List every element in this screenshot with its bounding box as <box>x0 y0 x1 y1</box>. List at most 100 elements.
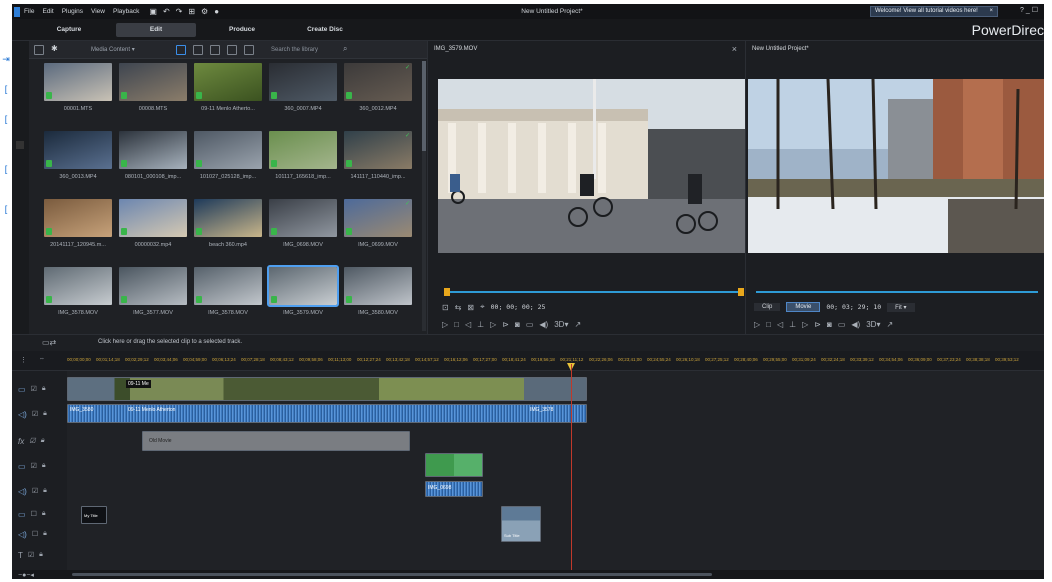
media-thumbnail[interactable] <box>119 131 187 169</box>
subtitle-icon[interactable]: ▭ <box>526 320 534 329</box>
enable-checkbox[interactable]: ☑ <box>31 385 37 393</box>
media-thumbnail[interactable] <box>344 267 412 305</box>
enable-checkbox[interactable]: ☐ <box>32 530 38 538</box>
title-clip[interactable]: My Title <box>81 506 107 524</box>
menu-edit[interactable]: Edit <box>38 8 57 15</box>
lock-icon[interactable]: 🔒︎ <box>42 510 46 518</box>
filter-image-icon[interactable] <box>193 45 203 55</box>
clip-timecode[interactable]: 00; 00; 00; 25 <box>491 303 546 311</box>
settings-icon[interactable]: ⚙ <box>201 7 208 16</box>
next-frame-icon[interactable]: ▷ <box>802 320 808 329</box>
media-thumbnail[interactable] <box>194 63 262 101</box>
media-thumbnail[interactable] <box>119 199 187 237</box>
camera-icon[interactable]: ◙ <box>827 320 832 329</box>
media-thumbnail[interactable] <box>194 199 262 237</box>
prev-frame-icon[interactable]: ◁ <box>465 320 471 329</box>
media-item[interactable]: 09-11 Menlo Atherto... <box>191 60 265 127</box>
mark-out-handle[interactable] <box>738 288 744 296</box>
audio-clip[interactable]: IMG_3580 09-11 Menlo Atherton IMG_3578 <box>67 404 587 423</box>
media-thumbnail[interactable]: ✓ <box>344 131 412 169</box>
play-icon[interactable]: ▷ <box>754 320 760 329</box>
media-item[interactable]: IMG_3580.MOV <box>341 264 415 331</box>
plugin-icon[interactable]: ✱ <box>51 44 61 54</box>
window-controls[interactable]: ? _ ☐ <box>1020 6 1038 14</box>
tab-edit[interactable]: Edit <box>116 23 196 37</box>
timeline-scrollbar[interactable] <box>12 570 1044 579</box>
play-icon[interactable]: ▷ <box>442 320 448 329</box>
close-icon[interactable]: × <box>732 44 737 54</box>
fast-forward-icon[interactable]: ⊳ <box>502 320 509 329</box>
lock-icon[interactable]: 🔒︎ <box>43 410 47 418</box>
camera-icon[interactable]: ◙ <box>515 320 520 329</box>
media-thumbnail[interactable] <box>269 131 337 169</box>
undo-icon[interactable]: ↶ <box>163 7 170 16</box>
media-item[interactable]: ✓ 360_0012.MP4 <box>341 60 415 127</box>
media-thumbnail[interactable] <box>44 267 112 305</box>
volume-icon[interactable]: ◀) <box>851 320 860 329</box>
list-view-icon[interactable] <box>244 45 254 55</box>
stop-icon[interactable]: □ <box>454 320 459 329</box>
track-manager-icon[interactable]: ⋮ <box>20 356 27 364</box>
media-thumbnail[interactable] <box>269 199 337 237</box>
crop-icon[interactable]: ⊠ <box>467 303 474 312</box>
fx-clip[interactable]: Old Movie <box>142 431 410 451</box>
lock-icon[interactable]: 🔒︎ <box>41 437 45 445</box>
menu-file[interactable]: File <box>20 8 38 15</box>
3d-toggle[interactable]: 3D▾ <box>866 320 880 329</box>
lock-icon[interactable]: 🔒︎ <box>43 530 47 538</box>
media-item[interactable]: 20141117_120945.m... <box>41 196 115 263</box>
pip-audio-clip[interactable]: IMG_0698 <box>425 481 483 497</box>
playhead-line[interactable] <box>571 364 572 571</box>
fit-dropdown[interactable]: Fit ▾ <box>887 302 915 312</box>
media-item[interactable]: 101117_165618_imp... <box>266 128 340 195</box>
lock-icon[interactable]: 🔒︎ <box>43 487 47 495</box>
timeline-ruler[interactable]: ⋮ ⇔ 00;00;00;00 00;01;14;18 00;02;29;12 00;… <box>12 351 1044 371</box>
title-clip-2[interactable]: Sub Title <box>501 506 541 542</box>
tutorial-banner[interactable]: Welcome! View all tutorial videos here! × <box>870 6 998 17</box>
media-thumbnail[interactable]: ✓ <box>344 63 412 101</box>
fast-forward-icon[interactable]: ⊳ <box>814 320 821 329</box>
upgrade-icon[interactable]: ● <box>214 7 219 16</box>
storyboard-icon[interactable]: ▭⇄ <box>42 338 56 347</box>
media-item[interactable]: IMG_0698.MOV <box>266 196 340 263</box>
volume-icon[interactable]: ◀) <box>539 320 548 329</box>
media-item[interactable]: IMG_3578.MOV <box>41 264 115 331</box>
undock-icon[interactable]: ↗ <box>886 320 893 329</box>
split-icon[interactable]: ⊥ <box>789 320 796 329</box>
enable-checkbox[interactable]: ☑ <box>28 551 34 559</box>
close-icon[interactable]: × <box>989 7 993 16</box>
import-icon[interactable] <box>34 45 44 55</box>
next-frame-icon[interactable]: ▷ <box>490 320 496 329</box>
enable-checkbox[interactable]: ☑ <box>32 410 38 418</box>
menu-view[interactable]: View <box>87 8 109 15</box>
tab-capture[interactable]: Capture <box>29 23 109 37</box>
media-item[interactable]: IMG_3578.MOV <box>191 264 265 331</box>
media-item[interactable]: 360_0007.MP4 <box>266 60 340 127</box>
enable-checkbox[interactable]: ☑ <box>31 462 37 470</box>
media-item[interactable]: 080101_000108_imp... <box>116 128 190 195</box>
media-item[interactable]: 360_0013.MP4 <box>41 128 115 195</box>
split-icon[interactable]: ⊥ <box>477 320 484 329</box>
media-item[interactable]: IMG_3579.MOV <box>266 264 340 331</box>
media-thumbnail[interactable]: ✓ <box>344 199 412 237</box>
stop-icon[interactable]: □ <box>766 320 771 329</box>
media-item[interactable]: 00000032.mp4 <box>116 196 190 263</box>
pip-video-clip[interactable] <box>425 453 483 477</box>
clip-scrub-bar[interactable] <box>446 291 742 293</box>
media-thumbnail[interactable] <box>119 267 187 305</box>
grid-view-icon[interactable] <box>227 45 237 55</box>
scrollbar-thumb[interactable] <box>422 61 426 151</box>
media-item[interactable]: 00001.MTS <box>41 60 115 127</box>
clip-mode-toggle[interactable]: Clip <box>754 303 781 311</box>
media-view-icon[interactable] <box>176 45 186 55</box>
media-thumbnail[interactable] <box>44 199 112 237</box>
media-thumbnail[interactable] <box>267 265 339 307</box>
search-icon[interactable]: ⌕ <box>343 44 347 54</box>
trim-icon[interactable]: ⇆ <box>455 303 462 312</box>
movie-mode-toggle[interactable]: Movie <box>786 302 821 312</box>
snapshot-icon[interactable]: ⊡ <box>442 303 449 312</box>
media-item[interactable]: ✓ IMG_0699.MOV <box>341 196 415 263</box>
menu-playback[interactable]: Playback <box>109 8 143 15</box>
media-content-dropdown[interactable]: Media Content ▾ <box>91 45 171 55</box>
lock-icon[interactable]: 🔒︎ <box>42 462 46 470</box>
